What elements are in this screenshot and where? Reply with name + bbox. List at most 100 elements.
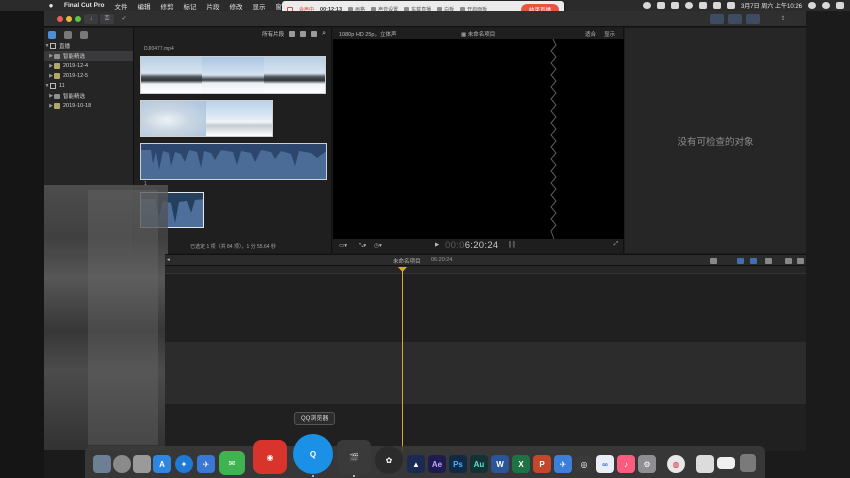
powerpoint-icon[interactable]: P: [533, 455, 551, 473]
excel-icon[interactable]: X: [512, 455, 530, 473]
status-app-icon[interactable]: [642, 2, 651, 9]
transform-tool-icon[interactable]: ⤡▾: [359, 243, 366, 250]
siri-icon[interactable]: [822, 2, 830, 9]
audio-waveform-clip[interactable]: [140, 143, 327, 180]
menu-app-name[interactable]: Final Cut Pro: [64, 2, 104, 9]
status-app-icon[interactable]: [670, 2, 679, 9]
viewer-artifact-graphic: [550, 39, 557, 239]
battery-icon[interactable]: [712, 2, 721, 9]
qq-icon[interactable]: ✈: [197, 455, 215, 473]
library-icon: [50, 43, 56, 49]
show-inspector-icon[interactable]: [746, 14, 760, 24]
downloads-stack-icon[interactable]: [717, 457, 735, 469]
spotlight-icon[interactable]: [808, 2, 816, 9]
play-icon[interactable]: ▶: [435, 242, 439, 248]
effects-browser-icon[interactable]: [785, 258, 792, 264]
speed-icon[interactable]: ◷▾: [374, 243, 382, 249]
final-cut-pro-icon[interactable]: 🎬: [337, 440, 371, 474]
launchpad-icon[interactable]: [113, 455, 131, 473]
browser-header: 所有片段 ⌕: [134, 28, 331, 39]
clip-filter-dropdown[interactable]: 所有片段: [262, 30, 284, 38]
timeline-ruler[interactable]: [165, 266, 806, 274]
menu-clip[interactable]: 片段: [206, 1, 219, 11]
import-icon[interactable]: ↓: [84, 14, 98, 24]
finder-icon[interactable]: [93, 455, 111, 473]
baidu-netdisk-icon[interactable]: ∞: [596, 455, 614, 473]
photos-audio-tab-icon[interactable]: [64, 30, 72, 39]
menu-edit[interactable]: 编辑: [137, 1, 150, 11]
music-icon[interactable]: ♪: [617, 455, 635, 473]
clip-appearance-icon[interactable]: [765, 258, 772, 264]
library-row[interactable]: ▼ 直播: [44, 41, 133, 51]
filmstrip-view-icon[interactable]: [300, 30, 307, 37]
event-row[interactable]: ▶ 2019-10-18: [44, 101, 133, 111]
fullscreen-icon[interactable]: ⤢: [614, 241, 618, 248]
status-app-icon[interactable]: [684, 2, 693, 9]
app-icon[interactable]: [133, 455, 151, 473]
status-app-icon[interactable]: [656, 2, 665, 9]
event-row[interactable]: ▶ 2019-12-4: [44, 61, 133, 71]
search-icon[interactable]: ⌕: [322, 30, 326, 38]
list-view-icon[interactable]: [311, 30, 318, 37]
snapping-icon[interactable]: [737, 258, 744, 264]
menu-clock[interactable]: 3月7日 周六 上午10:26: [741, 1, 802, 10]
key-icon[interactable]: ⚿: [100, 14, 114, 24]
chrome-icon[interactable]: ◍: [667, 455, 685, 473]
library-row[interactable]: ▼ 11: [44, 81, 133, 91]
menu-modify[interactable]: 修改: [229, 1, 242, 11]
view-options-icon[interactable]: ▭▾: [339, 243, 347, 249]
menu-trim[interactable]: 修剪: [160, 1, 173, 11]
clip-filmstrip[interactable]: [140, 56, 326, 94]
input-method-icon[interactable]: [726, 2, 735, 9]
system-preferences-icon[interactable]: ⚙: [638, 455, 656, 473]
clip-appearance-icon[interactable]: [289, 30, 296, 37]
smart-collection-row[interactable]: ▶ 智能精选: [44, 91, 133, 101]
after-effects-icon[interactable]: Ae: [428, 455, 446, 473]
viewer-display-dropdown[interactable]: 显示: [604, 30, 615, 38]
premiere-icon[interactable]: ▲: [407, 455, 425, 473]
show-browser-icon[interactable]: [710, 14, 724, 24]
timeline[interactable]: [165, 266, 806, 451]
share-icon[interactable]: ⇪: [776, 14, 790, 24]
timecode-display[interactable]: 00:06:20:24: [445, 240, 499, 251]
audio-skimming-icon[interactable]: [710, 258, 717, 264]
background-tasks-icon[interactable]: ✓: [118, 14, 130, 24]
viewer-zoom-dropdown[interactable]: 适合: [585, 30, 596, 38]
timeline-nav-icon[interactable]: ◂: [167, 257, 170, 263]
safari-icon[interactable]: ✦: [175, 455, 193, 473]
notification-center-icon[interactable]: [836, 2, 844, 9]
capture-icon[interactable]: ◎: [575, 455, 593, 473]
libraries-tab-icon[interactable]: [48, 30, 56, 39]
show-timeline-icon[interactable]: [728, 14, 742, 24]
skimming-icon[interactable]: [750, 258, 757, 264]
transitions-browser-icon[interactable]: [797, 258, 804, 264]
desktop-background: [0, 11, 44, 478]
menu-mark[interactable]: 标记: [183, 1, 196, 11]
qq-browser-icon[interactable]: Q: [293, 434, 333, 474]
titles-generators-tab-icon[interactable]: [80, 30, 88, 39]
clip-filmstrip[interactable]: [140, 100, 273, 137]
minimize-window-icon[interactable]: [66, 16, 72, 22]
trash-icon[interactable]: [740, 454, 756, 472]
menu-view[interactable]: 显示: [252, 1, 265, 11]
close-window-icon[interactable]: [57, 16, 63, 22]
netease-music-icon[interactable]: ◉: [253, 440, 287, 474]
photoshop-icon[interactable]: Ps: [449, 455, 467, 473]
viewer-canvas[interactable]: [333, 39, 624, 239]
smart-collection-row[interactable]: ▶ 智能精选: [44, 51, 133, 61]
document-icon[interactable]: [696, 455, 714, 473]
wifi-icon[interactable]: [698, 2, 707, 9]
feishu-icon[interactable]: ✈: [554, 455, 572, 473]
menu-file[interactable]: 文件: [114, 1, 127, 11]
viewer-options: 适合 显示: [585, 30, 615, 38]
event-row[interactable]: ▶ 2019-12-5: [44, 71, 133, 81]
playhead[interactable]: [402, 270, 403, 451]
primary-storyline[interactable]: [165, 342, 806, 404]
davinci-resolve-icon[interactable]: ✿: [375, 446, 403, 474]
apple-menu-icon[interactable]: ●: [46, 1, 56, 10]
zoom-window-icon[interactable]: [75, 16, 81, 22]
app-store-icon[interactable]: A: [153, 455, 171, 473]
word-icon[interactable]: W: [491, 455, 509, 473]
audition-icon[interactable]: Au: [470, 455, 488, 473]
wechat-icon[interactable]: ✉: [219, 451, 245, 475]
